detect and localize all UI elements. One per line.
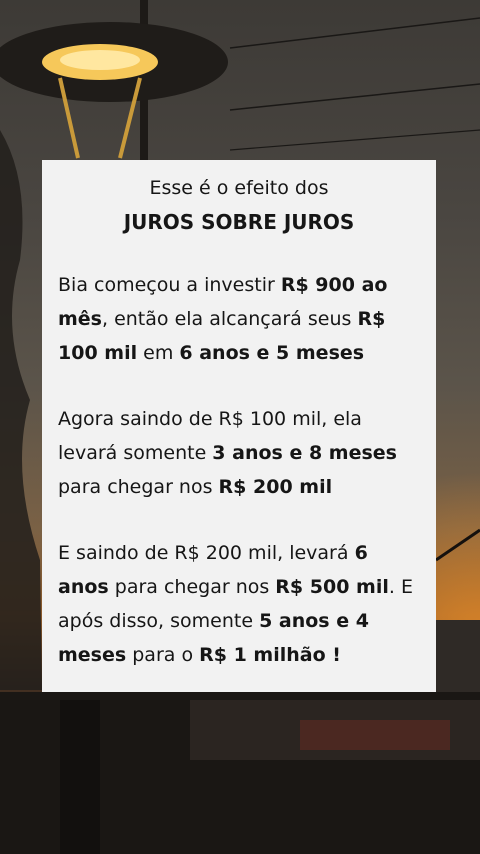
title-line-1: Esse é o efeito dos <box>149 177 329 199</box>
p3-text-4: para o <box>126 644 200 666</box>
p3-text-1: E saindo de R$ 200 mil, levará <box>58 542 355 564</box>
text-card: Esse é o efeito dos JUROS SOBRE JUROS Bi… <box>42 160 436 692</box>
p2-bold-1: 3 anos e 8 meses <box>212 442 397 464</box>
p3-text-2: para chegar nos <box>108 576 276 598</box>
paragraph-1: Bia começou a investir R$ 900 ao mês, en… <box>58 268 420 370</box>
p1-text-1: Bia começou a investir <box>58 274 281 296</box>
p2-bold-2: R$ 200 mil <box>218 476 333 498</box>
paragraph-2: Agora saindo de R$ 100 mil, ela levará s… <box>58 402 420 504</box>
p1-text-3: em <box>137 342 180 364</box>
p3-bold-4: R$ 1 milhão ! <box>199 644 341 666</box>
p2-text-2: para chegar nos <box>58 476 219 498</box>
p3-bold-2: R$ 500 mil <box>275 576 389 598</box>
title-line-2: JUROS SOBRE JUROS <box>123 210 355 234</box>
paragraph-3: E saindo de R$ 200 mil, levará 6 anos pa… <box>58 536 420 672</box>
p1-bold-3: 6 anos e 5 meses <box>179 342 365 364</box>
p1-text-2: , então ela alcançará seus <box>102 308 358 330</box>
